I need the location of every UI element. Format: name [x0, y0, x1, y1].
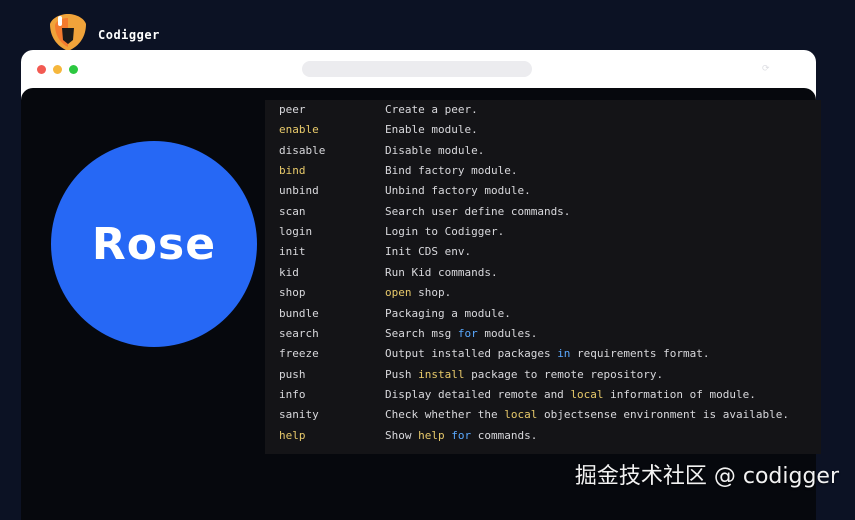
keyword: local	[570, 387, 604, 401]
command-name: sanity	[279, 408, 319, 422]
description-text: Disable module.	[385, 143, 485, 157]
description-text: Run Kid commands.	[385, 265, 498, 279]
keyword: for	[457, 326, 478, 340]
command-name: kid	[279, 265, 299, 279]
command-name: scan	[279, 204, 306, 218]
description-text: Search user define commands.	[385, 204, 571, 218]
description-text: Check whether the	[385, 408, 505, 422]
command-name: bind	[279, 164, 306, 178]
maximize-window-button[interactable]	[69, 65, 78, 74]
command-name: bundle	[279, 306, 319, 320]
description-text: objectsense environment is available.	[537, 408, 790, 422]
rose-logo-text: Rose	[91, 218, 217, 270]
minimize-window-button[interactable]	[53, 65, 62, 74]
description-text: Enable module.	[385, 123, 478, 137]
description-text: requirements format.	[570, 347, 710, 361]
command-description: Check whether the local objectsense envi…	[385, 406, 789, 424]
app-window: ⟳ Rose peer Create a peer. enable Enable mo…	[21, 50, 821, 520]
keyword: open	[385, 286, 412, 300]
command-name: freeze	[279, 347, 319, 361]
command-description: Packaging a module.	[385, 305, 511, 323]
command-description: Unbind factory module.	[385, 182, 531, 200]
keyword: for	[451, 428, 472, 442]
window-titlebar: ⟳	[21, 50, 816, 90]
command-description: Show help for commands.	[385, 427, 537, 445]
command-description: Init CDS env.	[385, 243, 471, 261]
description-text: Search msg	[385, 326, 458, 340]
command-description: Display detailed remote and local inform…	[385, 386, 756, 404]
description-text: Push	[385, 367, 419, 381]
address-bar[interactable]	[302, 61, 532, 77]
window-content: Rose peer Create a peer. enable Enable modu…	[21, 88, 821, 520]
description-text: Login to Codigger.	[385, 225, 505, 239]
command-name: help	[279, 428, 306, 442]
command-description: Bind factory module.	[385, 162, 517, 180]
shield-logo-icon	[50, 14, 86, 51]
command-description: Login to Codigger.	[385, 223, 504, 241]
command-list-panel: peer Create a peer. enable Enable module. di…	[265, 100, 821, 454]
keyword: in	[557, 347, 571, 361]
command-description: Run Kid commands.	[385, 264, 498, 282]
command-name: disable	[279, 143, 326, 157]
command-name: shop	[279, 286, 306, 300]
command-description: Disable module.	[385, 142, 484, 160]
command-name: push	[279, 367, 306, 381]
command-name: search	[279, 326, 319, 340]
description-text: Show	[385, 428, 419, 442]
command-description: Search msg for modules.	[385, 325, 537, 343]
command-description: open shop.	[385, 284, 451, 302]
command-name: init	[279, 245, 306, 259]
command-name: enable	[279, 123, 319, 137]
command-name: unbind	[279, 184, 319, 198]
command-description: Create a peer.	[385, 101, 478, 119]
description-text: package to remote repository.	[464, 367, 664, 381]
keyword: help	[418, 428, 445, 442]
command-description: Push install package to remote repositor…	[385, 366, 663, 384]
watermark: 掘金技术社区 @ codigger	[574, 464, 839, 489]
description-text: modules.	[477, 326, 538, 340]
refresh-icon[interactable]: ⟳	[762, 64, 772, 74]
description-text: Bind factory module.	[385, 164, 518, 178]
command-name: login	[279, 225, 313, 239]
command-name: peer	[279, 103, 306, 116]
description-text: Packaging a module.	[385, 306, 511, 320]
description-text: commands.	[471, 428, 538, 442]
brand-name: Codigger	[98, 28, 160, 42]
keyword: local	[504, 408, 538, 422]
description-text: Create a peer.	[385, 103, 478, 116]
rose-logo: Rose	[51, 141, 257, 347]
close-window-button[interactable]	[37, 65, 46, 74]
keyword: install	[418, 367, 465, 381]
command-description: Output installed packages in requirement…	[385, 345, 710, 363]
command-name: info	[279, 387, 306, 401]
command-description: Enable module.	[385, 121, 478, 139]
description-text: Output installed packages	[385, 347, 558, 361]
description-text: shop.	[411, 286, 452, 300]
description-text: Init CDS env.	[385, 245, 472, 259]
description-text: Display detailed remote and	[385, 387, 571, 401]
command-description: Search user define commands.	[385, 203, 570, 221]
description-text: information of module.	[603, 387, 756, 401]
description-text: Unbind factory module.	[385, 184, 531, 198]
